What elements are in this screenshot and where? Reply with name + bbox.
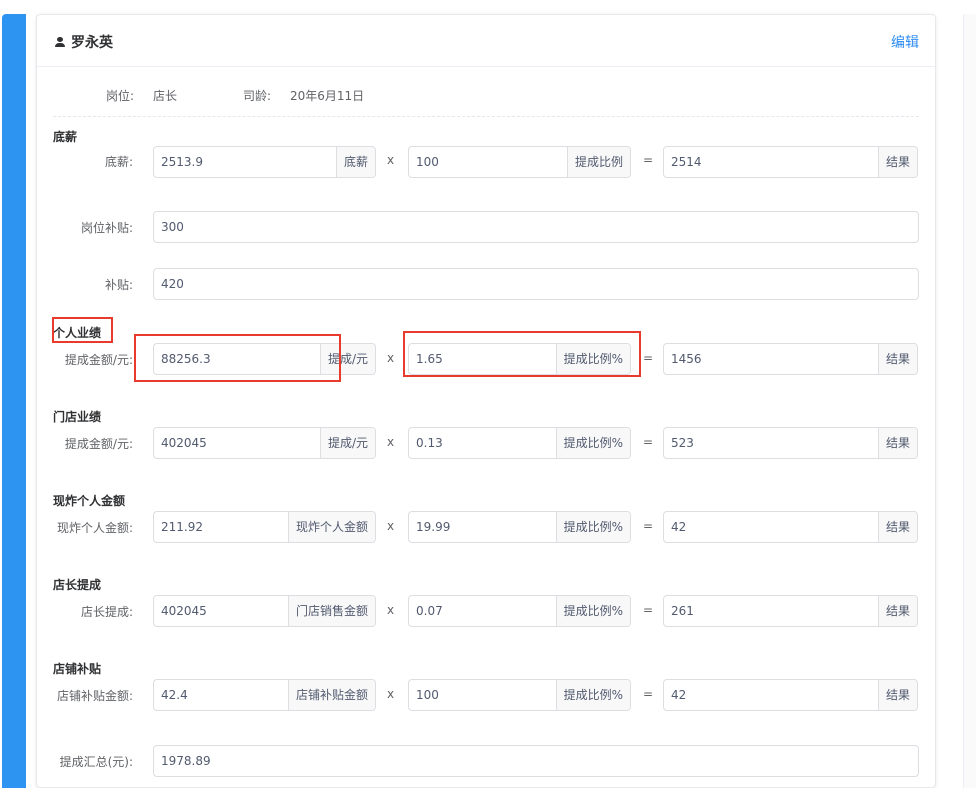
personal-result-input[interactable]: 1456 结果 — [663, 343, 918, 375]
equals-sign: = — [643, 435, 654, 449]
section-title-manager: 店长提成 — [53, 578, 102, 592]
base-salary-input[interactable]: 2513.9 底薪 — [153, 146, 376, 178]
shop-allowance-label: 店铺补贴金额: — [56, 689, 133, 703]
total-commission-input[interactable]: 1978.89 — [153, 745, 919, 777]
employee-name: 罗永英 — [71, 35, 113, 51]
shop-allowance-rate-input[interactable]: 100 提成比例% — [408, 679, 631, 711]
equals-sign: = — [643, 351, 654, 365]
store-rate-input[interactable]: 0.13 提成比例% — [408, 427, 631, 459]
personal-amount-input[interactable]: 88256.3 提成/元 — [153, 343, 376, 375]
multiply-sign: x — [387, 435, 395, 449]
total-label: 提成汇总(元): — [59, 755, 133, 769]
shop-allowance-result-input[interactable]: 42 结果 — [663, 679, 918, 711]
multiply-sign: x — [387, 687, 395, 701]
allowance-input[interactable]: 420 — [153, 268, 919, 300]
manager-result-input[interactable]: 261 结果 — [663, 595, 918, 627]
base-result-input[interactable]: 2514 结果 — [663, 146, 918, 178]
section-title-base: 底薪 — [53, 130, 78, 144]
post-allowance-label: 岗位补贴: — [80, 221, 133, 235]
page: 罗永英 编辑 岗位: 店长 司龄: 20年6月11日 底薪 底薪: 2513.9… — [0, 0, 976, 788]
user-icon — [55, 37, 65, 47]
manager-rate-input[interactable]: 0.07 提成比例% — [408, 595, 631, 627]
post-allowance-input[interactable]: 300 — [153, 211, 919, 243]
section-title-fried: 现炸个人金额 — [53, 494, 126, 508]
personal-rate-input[interactable]: 1.65 提成比例% — [408, 343, 631, 375]
multiply-sign: x — [387, 153, 395, 167]
section-title-shop-allowance: 店铺补贴 — [53, 662, 102, 676]
fried-rate-input[interactable]: 19.99 提成比例% — [408, 511, 631, 543]
equals-sign: = — [643, 687, 654, 701]
left-sidebar-strip — [2, 14, 26, 788]
adjacent-panel-edge — [963, 14, 976, 788]
equals-sign: = — [643, 519, 654, 533]
seniority-value: 20年6月11日 — [290, 89, 365, 103]
base-rate-input[interactable]: 100 提成比例 — [408, 146, 631, 178]
allowance-label: 补贴: — [104, 278, 133, 292]
manager-label: 店长提成: — [80, 605, 133, 619]
fried-amount-input[interactable]: 211.92 现炸个人金额 — [153, 511, 376, 543]
shop-allowance-amount-input[interactable]: 42.4 店铺补贴金额 — [153, 679, 376, 711]
multiply-sign: x — [387, 603, 395, 617]
store-amount-input[interactable]: 402045 提成/元 — [153, 427, 376, 459]
base-label: 底薪: — [104, 155, 133, 169]
employee-info-row: 岗位: 店长 司龄: 20年6月11日 — [53, 87, 919, 117]
store-label: 提成金额/元: — [64, 437, 133, 451]
edit-link[interactable]: 编辑 — [891, 32, 919, 52]
equals-sign: = — [643, 603, 654, 617]
manager-amount-input[interactable]: 402045 门店销售金额 — [153, 595, 376, 627]
card-header: 罗永英 编辑 — [37, 15, 935, 67]
seniority-label: 司龄: — [243, 89, 272, 103]
fried-result-input[interactable]: 42 结果 — [663, 511, 918, 543]
store-result-input[interactable]: 523 结果 — [663, 427, 918, 459]
section-title-store: 门店业绩 — [53, 410, 102, 424]
section-title-personal: 个人业绩 — [53, 326, 102, 340]
position-label: 岗位: — [106, 89, 135, 103]
commission-card: 罗永英 编辑 岗位: 店长 司龄: 20年6月11日 底薪 底薪: 2513.9… — [36, 14, 936, 788]
multiply-sign: x — [387, 351, 395, 365]
multiply-sign: x — [387, 519, 395, 533]
personal-label: 提成金额/元: — [64, 353, 133, 367]
equals-sign: = — [643, 153, 654, 167]
fried-label: 现炸个人金额: — [56, 521, 133, 535]
position-value: 店长 — [153, 89, 178, 103]
